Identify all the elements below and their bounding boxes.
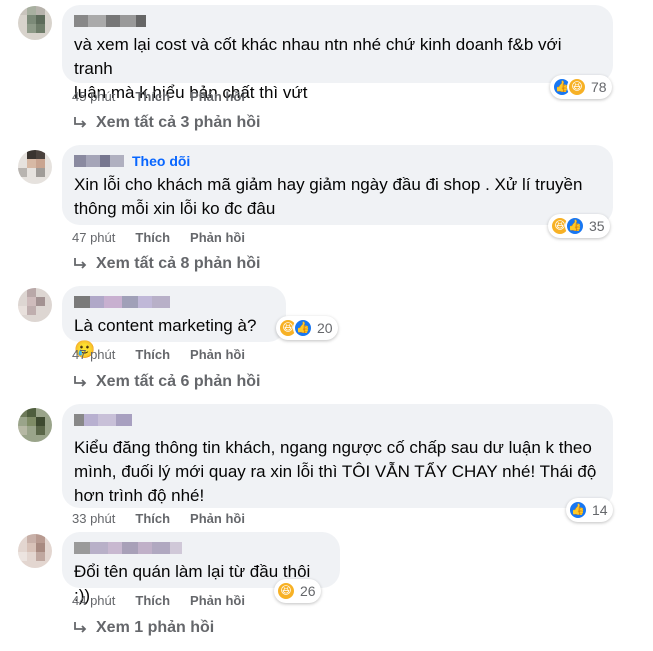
reply-arrow-icon <box>74 117 87 128</box>
view-replies-link[interactable]: Xem 1 phản hồi <box>72 618 214 638</box>
comment-time[interactable]: 47 phút <box>72 230 115 245</box>
reaction-count: 14 <box>592 502 608 518</box>
comment-meta: 47 phút Thích Phản hồi <box>72 346 245 362</box>
view-replies-link[interactable]: Xem tất cả 3 phản hồi <box>72 113 260 133</box>
avatar[interactable] <box>18 150 52 184</box>
reaction-summary[interactable]: 😆 👍 20 <box>276 316 338 340</box>
haha-reaction-icon: 😆 <box>567 77 587 97</box>
comment-meta: 44 phút Thích Phản hồi <box>72 592 245 608</box>
reaction-count: 26 <box>300 583 316 599</box>
commenter-name[interactable] <box>74 542 182 554</box>
reply-arrow-icon <box>74 376 87 387</box>
comment-time[interactable]: 45 phút <box>72 89 115 104</box>
like-reaction-icon: 👍 <box>568 500 588 520</box>
reaction-summary[interactable]: 😆 26 <box>274 579 321 603</box>
like-button[interactable]: Thích <box>135 230 170 245</box>
reaction-summary[interactable]: 👍 😆 78 <box>550 75 612 99</box>
comment-text: Kiểu đăng thông tin khách, ngang ngược c… <box>74 438 597 505</box>
reaction-count: 78 <box>591 79 607 95</box>
comment-meta: 45 phút Thích Phản hồi <box>72 88 245 104</box>
avatar[interactable] <box>18 534 52 568</box>
comment-bubble: Theo dõi Xin lỗi cho khách mã giảm hay g… <box>62 145 613 225</box>
reply-button[interactable]: Phản hồi <box>190 511 245 526</box>
reply-button[interactable]: Phản hồi <box>190 593 245 608</box>
reply-button[interactable]: Phản hồi <box>190 347 245 362</box>
view-replies-link[interactable]: Xem tất cả 8 phản hồi <box>72 254 260 274</box>
like-button[interactable]: Thích <box>135 511 170 526</box>
view-replies-label: Xem tất cả 3 phản hồi <box>96 114 261 131</box>
view-replies-label: Xem 1 phản hồi <box>96 619 215 636</box>
like-button[interactable]: Thích <box>135 593 170 608</box>
comment-bubble: Là content marketing à?🥲 <box>62 286 286 359</box>
reaction-count: 20 <box>317 320 333 336</box>
reply-arrow-icon <box>74 622 87 633</box>
commenter-name[interactable] <box>74 155 124 167</box>
avatar[interactable] <box>18 6 52 40</box>
view-replies-link[interactable]: Xem tất cả 6 phản hồi <box>72 372 260 392</box>
view-replies-label: Xem tất cả 8 phản hồi <box>96 255 261 272</box>
commenter-name[interactable] <box>74 15 146 27</box>
follow-button[interactable]: Theo dõi <box>132 153 190 169</box>
like-button[interactable]: Thích <box>135 347 170 362</box>
reply-button[interactable]: Phản hồi <box>190 230 245 245</box>
view-replies-label: Xem tất cả 6 phản hồi <box>96 373 261 390</box>
comment-meta: 33 phút Thích Phản hồi <box>72 510 245 526</box>
like-reaction-icon: 👍 <box>293 318 313 338</box>
reaction-count: 35 <box>589 218 605 234</box>
commenter-name[interactable] <box>74 296 170 308</box>
reaction-summary[interactable]: 😆 👍 35 <box>548 214 610 238</box>
avatar[interactable] <box>18 288 52 322</box>
comment-meta: 47 phút Thích Phản hồi <box>72 229 245 245</box>
comment-time[interactable]: 33 phút <box>72 511 115 526</box>
comment-time[interactable]: 44 phút <box>72 593 115 608</box>
reply-arrow-icon <box>74 258 87 269</box>
like-reaction-icon: 👍 <box>565 216 585 236</box>
comment-bubble: và xem lại cost và cốt khác nhau ntn nhé… <box>62 5 613 102</box>
commenter-name[interactable] <box>74 414 132 426</box>
haha-reaction-icon: 😆 <box>276 581 296 601</box>
reply-button[interactable]: Phản hồi <box>190 89 245 104</box>
avatar[interactable] <box>18 408 52 442</box>
comment-bubble: Kiểu đăng thông tin khách, ngang ngược c… <box>62 404 613 508</box>
comment-time[interactable]: 47 phút <box>72 347 115 362</box>
reaction-summary[interactable]: 👍 14 <box>566 498 613 522</box>
like-button[interactable]: Thích <box>135 89 170 104</box>
comment-text: Xin lỗi cho khách mã giảm hay giảm ngày … <box>74 175 583 218</box>
